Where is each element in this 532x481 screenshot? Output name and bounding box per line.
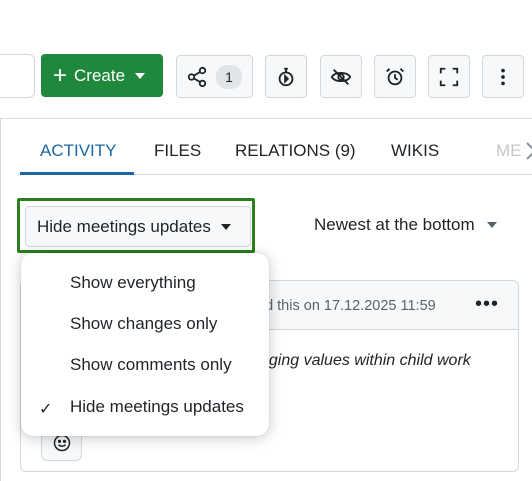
tab-relations[interactable]: RELATIONS (9) xyxy=(235,141,356,161)
activity-comment: nging values within child work xyxy=(260,352,471,369)
left-pane-divider xyxy=(0,119,1,481)
activity-meta: ed this on 17.12.2025 11:59 xyxy=(257,298,436,314)
chevron-right-icon[interactable] xyxy=(524,139,532,163)
sort-order-label: Newest at the bottom xyxy=(314,215,475,234)
tab-files[interactable]: FILES xyxy=(154,141,201,161)
time-tracking-button[interactable] xyxy=(265,55,307,98)
create-button[interactable]: + Create xyxy=(41,54,163,97)
stopwatch-icon xyxy=(278,67,294,86)
unwatch-button[interactable] xyxy=(320,55,362,98)
chevron-down-icon xyxy=(220,223,231,230)
alarm-clock-icon xyxy=(386,67,404,85)
fullscreen-button[interactable] xyxy=(428,55,470,98)
filter-dropdown-menu: Show everything Show changes only Show c… xyxy=(21,253,269,436)
share-button[interactable]: 1 xyxy=(176,55,253,98)
chevron-down-icon xyxy=(486,222,497,228)
reminder-button[interactable] xyxy=(374,55,416,98)
menu-item-show-everything[interactable]: Show everything xyxy=(21,263,269,303)
sort-order-select[interactable]: Newest at the bottom xyxy=(314,215,497,235)
menu-item-show-changes[interactable]: Show changes only xyxy=(21,304,269,344)
plus-icon: + xyxy=(53,61,68,89)
menu-item-hide-meetings[interactable]: ✓ Hide meetings updates xyxy=(21,387,269,427)
menu-item-label: Show everything xyxy=(70,273,196,292)
tab-more[interactable]: ME xyxy=(496,141,522,161)
menu-item-label: Hide meetings updates xyxy=(70,397,244,416)
smiley-icon xyxy=(53,434,70,452)
expand-icon xyxy=(439,67,459,86)
activity-filter-select[interactable]: Hide meetings updates xyxy=(25,206,251,247)
active-tab-indicator xyxy=(20,172,134,175)
kebab-menu-icon xyxy=(501,68,505,85)
share-count-badge: 1 xyxy=(216,64,242,89)
search-input-stub[interactable] xyxy=(0,54,35,98)
menu-item-show-comments[interactable]: Show comments only xyxy=(21,345,269,385)
eye-off-icon xyxy=(330,68,352,85)
create-button-label: Create xyxy=(74,65,126,85)
share-icon xyxy=(187,66,207,87)
tab-bar: ACTIVITY FILES RELATIONS (9) WIKIS ME xyxy=(18,127,532,175)
more-options-icon[interactable]: ••• xyxy=(475,293,499,316)
tab-wikis[interactable]: WIKIS xyxy=(391,141,439,161)
tab-activity[interactable]: ACTIVITY xyxy=(40,141,117,161)
more-actions-button[interactable] xyxy=(482,55,524,98)
chevron-down-icon xyxy=(135,72,146,79)
menu-item-label: Show changes only xyxy=(70,314,218,333)
toolbar-divider xyxy=(0,118,532,119)
activity-filter-value: Hide meetings updates xyxy=(37,216,211,236)
menu-item-label: Show comments only xyxy=(70,355,232,374)
checkmark-icon: ✓ xyxy=(39,401,53,418)
